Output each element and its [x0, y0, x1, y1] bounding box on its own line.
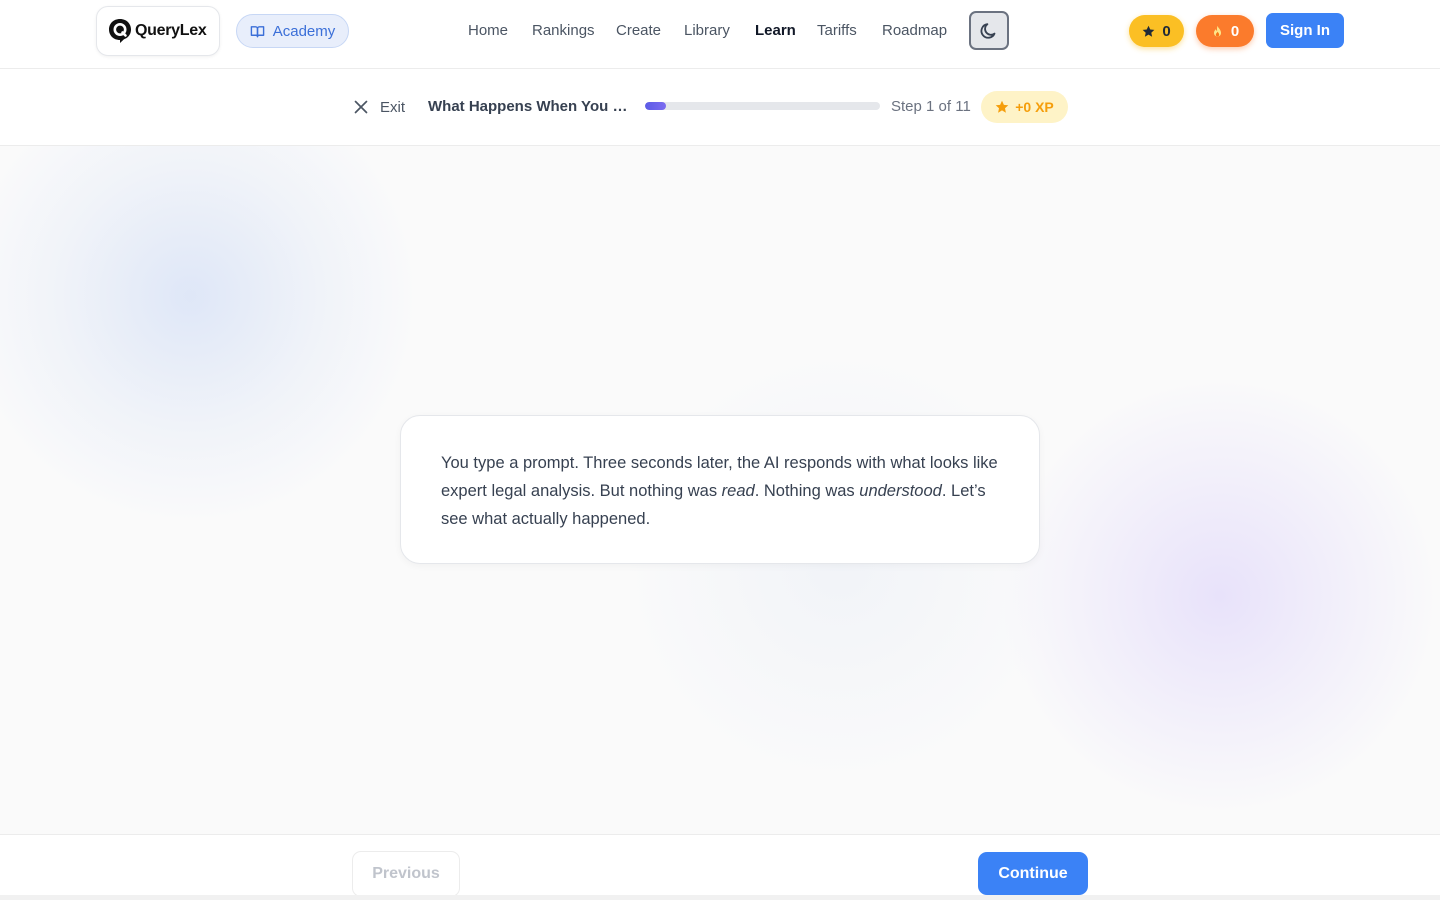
exit-button[interactable]: Exit	[352, 96, 405, 118]
streak-counter[interactable]: 0	[1196, 15, 1254, 47]
continue-button[interactable]: Continue	[978, 852, 1088, 895]
lesson-progress-bar	[645, 102, 880, 110]
star-icon	[1142, 25, 1155, 37]
sign-in-button[interactable]: Sign In	[1266, 13, 1344, 48]
flame-icon	[1213, 25, 1221, 37]
previous-button[interactable]: Previous	[352, 851, 460, 897]
moon-icon	[980, 22, 996, 39]
nav-roadmap[interactable]: Roadmap	[882, 21, 947, 41]
top-navigation: QueryLex Academy Home Rankings Create Li…	[0, 0, 1440, 69]
background-glow	[620, 346, 1060, 786]
academy-badge[interactable]: Academy	[236, 14, 349, 48]
close-icon	[354, 100, 368, 114]
book-open-icon	[250, 25, 265, 37]
xp-badge: +0 XP	[981, 91, 1068, 123]
lesson-stage: You type a prompt. Three seconds later, …	[0, 146, 1440, 834]
xp-label: +0 XP	[1015, 99, 1054, 115]
lesson-card: You type a prompt. Three seconds later, …	[400, 415, 1040, 564]
nav-learn[interactable]: Learn	[755, 21, 796, 41]
nav-rankings[interactable]: Rankings	[532, 21, 595, 41]
step-indicator: Step 1 of 11	[891, 98, 971, 115]
background-glow	[0, 146, 420, 526]
brand-logo[interactable]: QueryLex	[96, 6, 220, 56]
streak-count: 0	[1230, 22, 1240, 40]
theme-toggle-button[interactable]	[969, 11, 1009, 50]
academy-label: Academy	[272, 22, 336, 40]
nav-library[interactable]: Library	[684, 21, 730, 41]
lesson-footer: Previous Continue	[0, 834, 1440, 900]
star-icon	[995, 100, 1009, 113]
lesson-progress-fill	[645, 102, 667, 110]
exit-label: Exit	[380, 98, 406, 116]
nav-tariffs[interactable]: Tariffs	[817, 21, 857, 41]
background-glow	[1000, 376, 1440, 816]
lesson-header: Exit What Happens When You T... Step 1 o…	[0, 69, 1440, 146]
nav-create[interactable]: Create	[616, 21, 661, 41]
lesson-body-text: You type a prompt. Three seconds later, …	[441, 454, 998, 528]
stars-counter[interactable]: 0	[1129, 15, 1184, 47]
chat-bubble-q-icon	[109, 19, 131, 43]
stars-count: 0	[1162, 22, 1171, 40]
lesson-title: What Happens When You T...	[428, 98, 632, 115]
brand-name: QueryLex	[135, 22, 207, 39]
footer-divider	[0, 895, 1440, 900]
nav-home[interactable]: Home	[468, 21, 508, 41]
